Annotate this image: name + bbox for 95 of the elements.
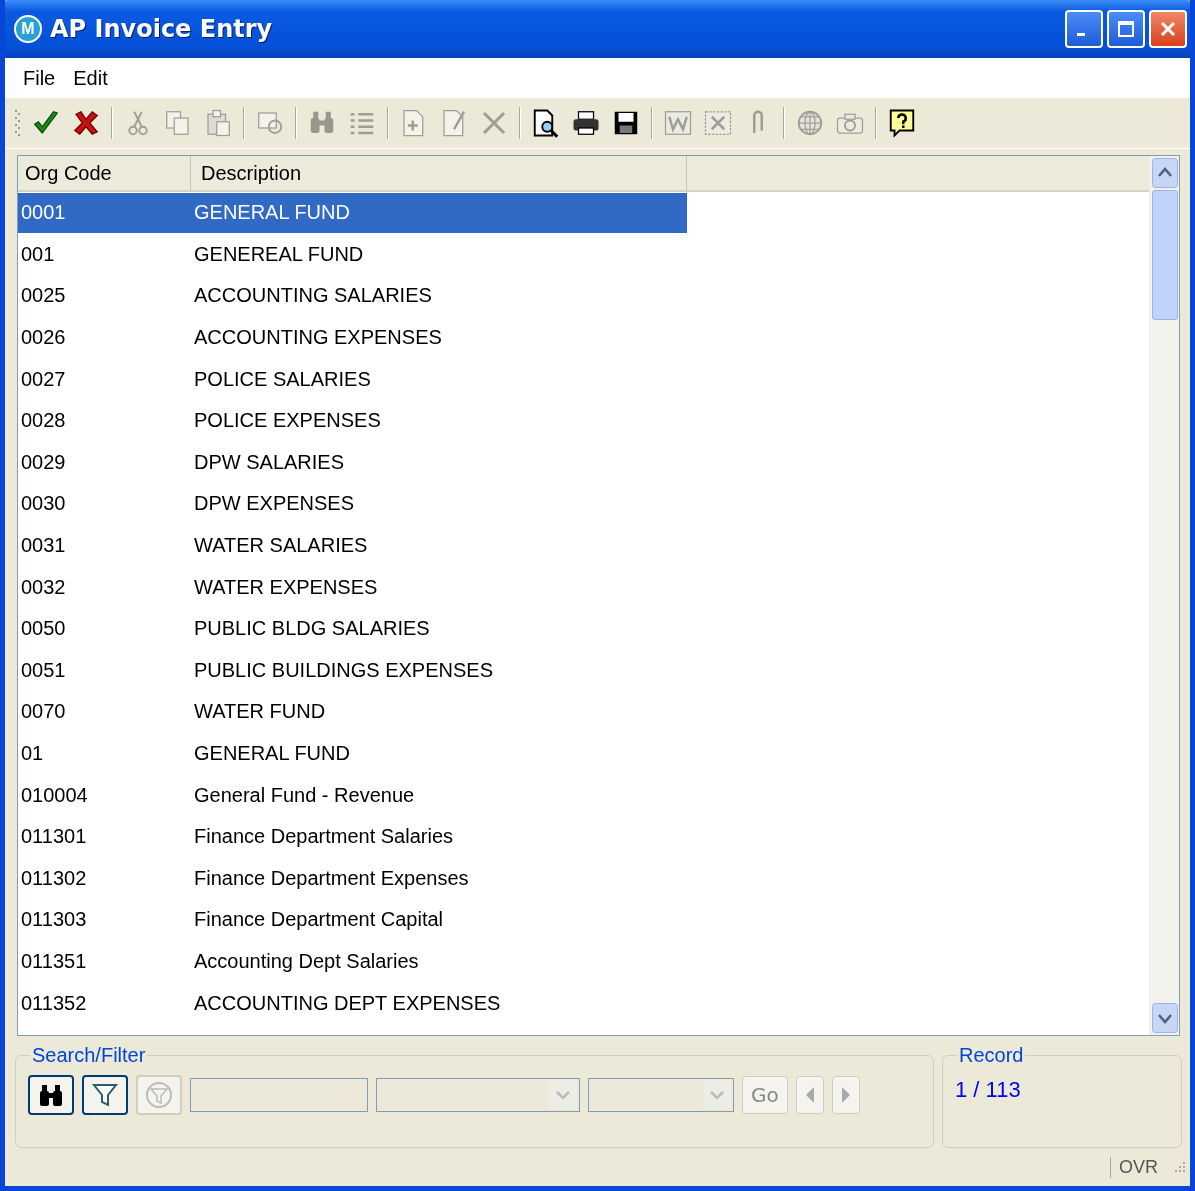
table-row[interactable]: 011301 Finance Department Salaries — [18, 816, 687, 857]
scroll-up-icon[interactable] — [1151, 158, 1178, 188]
clear-filter-button[interactable] — [136, 1075, 182, 1115]
preview-icon[interactable] — [531, 108, 561, 138]
table-row[interactable]: 0070 WATER FUND — [18, 691, 687, 732]
table-row[interactable]: 0050 PUBLIC BLDG SALARIES — [18, 608, 687, 649]
table-cell-text: PUBLIC BUILDINGS EXPENSES — [194, 658, 494, 682]
table-cell-text: 011301 — [20, 825, 88, 849]
maximize-button[interactable] — [1107, 10, 1145, 48]
table-cell-text: WATER FUND — [194, 700, 327, 724]
menu-item[interactable]: File — [23, 66, 56, 90]
table-row[interactable]: 01 GENERAL FUND — [18, 733, 687, 774]
chevron-down-icon[interactable] — [703, 1081, 731, 1109]
status-mode: OVR — [1110, 1156, 1166, 1178]
table-cell-text: ACCOUNTING EXPENSES — [194, 326, 443, 350]
table-row[interactable]: 0001 GENERAL FUND — [18, 192, 687, 233]
operator-dropdown[interactable] — [588, 1078, 734, 1112]
cross-icon[interactable] — [71, 108, 101, 138]
help-icon[interactable] — [887, 108, 917, 138]
table-cell-text: 0028 — [20, 409, 67, 433]
table-row[interactable]: 001 GENEREAL FUND — [18, 234, 687, 275]
menu-item[interactable]: Edit — [73, 66, 108, 90]
resize-grip-icon[interactable] — [1172, 1160, 1186, 1174]
group-title: Record — [958, 1044, 1025, 1067]
table-cell-text: 011303 — [20, 908, 88, 932]
table-row[interactable]: 0031 WATER SALARIES — [18, 525, 687, 566]
table-cell-text: DPW SALARIES — [194, 450, 346, 474]
table-cell-text: PUBLIC BLDG SALARIES — [194, 617, 431, 641]
table-row[interactable]: 011351 Accounting Dept Salaries — [18, 941, 687, 982]
print-icon[interactable] — [571, 108, 601, 138]
table-cell-text: GENERAL FUND — [194, 742, 351, 765]
table-cell-text: 0031 — [20, 534, 67, 558]
table-cell-text: 0070 — [20, 700, 67, 724]
group-title: Search/Filter — [31, 1044, 147, 1067]
table-cell-text: Accounting Dept Salaries — [194, 950, 420, 973]
grip-icon[interactable] — [15, 108, 21, 138]
table-cell-text: 0032 — [20, 575, 67, 599]
table-cell-text: WATER SALARIES — [194, 534, 369, 558]
filter-button[interactable] — [82, 1075, 128, 1115]
table-row[interactable]: 011303 Finance Department Capital — [18, 899, 687, 940]
table-cell-text: General Fund - Revenue — [194, 783, 416, 807]
table-cell-text: DPW EXPENSES — [194, 492, 356, 516]
table-cell-text: 011351 — [20, 950, 88, 973]
table-cell-text: Finance Department Expenses — [194, 866, 470, 890]
table-row[interactable]: 0032 WATER EXPENSES — [18, 567, 687, 608]
table-cell-text: 0027 — [20, 367, 67, 391]
table-row[interactable]: 011352 ACCOUNTING DEPT EXPENSES — [18, 983, 687, 1024]
minimize-button[interactable] — [1065, 10, 1103, 48]
scroll-down-icon[interactable] — [1151, 1003, 1178, 1033]
column-header[interactable]: Org Code — [18, 156, 191, 190]
close-icon — [1158, 19, 1178, 39]
close-button[interactable] — [1149, 10, 1187, 48]
table-cell-text: Finance Department Capital — [194, 908, 444, 932]
table-cell-text: Finance Department Salaries — [194, 825, 454, 849]
table-cell-text: 011302 — [20, 866, 88, 890]
table-cell-text: GENERAL FUND — [194, 201, 351, 225]
table-cell-text: WATER EXPENSES — [194, 575, 379, 599]
table-row[interactable]: 0029 DPW SALARIES — [18, 442, 687, 483]
table-cell-text: 0025 — [20, 284, 67, 308]
scroll-thumb[interactable] — [1151, 190, 1178, 320]
field-dropdown[interactable] — [376, 1078, 580, 1112]
table-cell-text: 0026 — [20, 326, 67, 350]
table-row[interactable]: 010004 General Fund - Revenue — [18, 775, 687, 816]
table-row[interactable]: 0028 POLICE EXPENSES — [18, 400, 687, 441]
table-row[interactable]: 0030 DPW EXPENSES — [18, 483, 687, 524]
maximize-icon — [1116, 19, 1136, 39]
table-cell-text: 01 — [20, 742, 45, 765]
column-header[interactable]: Description — [191, 156, 687, 190]
scrollbar[interactable] — [1149, 156, 1179, 1035]
table-cell-text: GENEREAL FUND — [194, 242, 365, 266]
table-cell-text: 0050 — [20, 617, 67, 641]
table-cell-text: 010004 — [20, 783, 89, 807]
table-cell-text: POLICE SALARIES — [194, 367, 372, 391]
minimize-icon — [1077, 32, 1085, 36]
table-cell-text: 0051 — [20, 658, 67, 682]
next-button[interactable] — [831, 1076, 860, 1114]
table-cell-text: ACCOUNTING DEPT EXPENSES — [194, 991, 502, 1015]
app-logo: M — [14, 15, 42, 43]
record-position: 1 / 113 — [955, 1077, 1022, 1103]
table-cell-text: 0001 — [20, 201, 67, 225]
chevron-down-icon[interactable] — [549, 1081, 577, 1109]
table-cell-text: 001 — [20, 242, 56, 266]
previous-button[interactable] — [795, 1076, 824, 1114]
window-title: AP Invoice Entry — [50, 15, 274, 43]
table-row[interactable]: 0026 ACCOUNTING EXPENSES — [18, 317, 687, 358]
table-row[interactable]: 0051 PUBLIC BUILDINGS EXPENSES — [18, 650, 687, 691]
table-row[interactable]: 011302 Finance Department Expenses — [18, 858, 687, 899]
table-cell-text: 011352 — [20, 991, 88, 1015]
table-cell-text: POLICE EXPENSES — [194, 409, 382, 433]
find-button[interactable] — [28, 1075, 74, 1115]
table-cell-text: 0029 — [20, 450, 67, 474]
table-cell-text: 0030 — [20, 492, 67, 516]
table-row[interactable]: 0025 ACCOUNTING SALARIES — [18, 276, 687, 316]
table-cell-text: ACCOUNTING SALARIES — [194, 284, 433, 308]
table-row[interactable]: 0027 POLICE SALARIES — [18, 359, 687, 400]
